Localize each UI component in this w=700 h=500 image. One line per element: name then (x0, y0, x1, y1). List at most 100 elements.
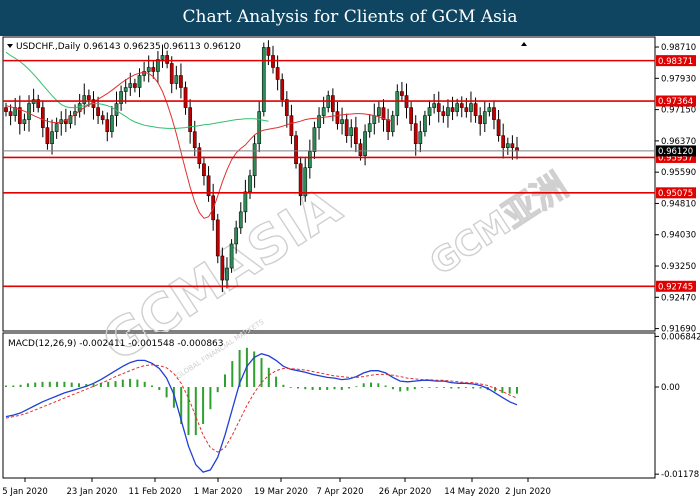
candle-body (151, 67, 156, 72)
candle-body (312, 127, 317, 152)
candle-body (146, 67, 151, 72)
macd-histogram-bar (399, 387, 402, 392)
candle-body (45, 127, 50, 144)
candle-body (423, 115, 427, 132)
candle-body (82, 95, 87, 104)
macd-histogram-bar (311, 387, 314, 390)
macd-histogram-bar (457, 387, 460, 389)
candle-body (271, 55, 275, 68)
macd-histogram-bar (348, 387, 351, 389)
macd-histogram-bar (370, 382, 372, 388)
macd-histogram-bar (282, 384, 285, 388)
macd-histogram-bar (516, 387, 518, 394)
candle-body (464, 107, 469, 112)
macd-histogram-bar (326, 387, 329, 390)
candle-body (165, 55, 169, 64)
candle-body (229, 243, 234, 269)
x-tick-label: 11 Feb 2020 (129, 487, 182, 497)
candle-body (133, 83, 137, 88)
level-label: 0.98371 (658, 57, 693, 67)
macd-histogram-bar (508, 387, 511, 394)
macd-histogram-bar (121, 379, 124, 388)
candle-body (220, 255, 225, 281)
candle-body (478, 115, 483, 124)
candle-body (275, 67, 280, 80)
candle-body (427, 107, 432, 116)
symbol-info-label: USDCHF.,Daily 0.96143 0.96235 0.96113 0.… (16, 42, 241, 52)
candle-body (197, 147, 202, 164)
x-tick-label: 7 Apr 2020 (316, 487, 363, 497)
x-tick-label: 23 Jan 2020 (67, 487, 118, 497)
candle (294, 130, 298, 169)
x-tick-label: 14 May 2020 (444, 487, 499, 497)
candle-body (473, 103, 478, 116)
level-label: 0.92745 (658, 282, 693, 292)
candle-body (377, 107, 381, 116)
candle-body (4, 107, 8, 112)
candle-body (174, 75, 179, 84)
candle-body (238, 211, 243, 229)
x-tick-label: 19 Mar 2020 (254, 487, 308, 497)
macd-histogram-bar (391, 387, 394, 390)
candle-body (183, 87, 188, 108)
candle-body (459, 103, 464, 108)
candle (261, 42, 266, 117)
macd-histogram-bar (297, 387, 299, 389)
candle-body (455, 103, 460, 112)
macd-histogram-bar (384, 385, 387, 388)
candle-body (294, 135, 298, 164)
candle-body (450, 107, 455, 112)
y-tick-label: 0.98710 (661, 43, 696, 53)
candle-body (469, 103, 473, 112)
candle-body (409, 107, 413, 124)
candle-body (234, 227, 239, 245)
candle-body (22, 119, 27, 124)
candle-body (446, 107, 450, 116)
y-tick-label: 0.94030 (661, 231, 696, 241)
candle (229, 239, 234, 273)
macd-histogram-bar (63, 381, 66, 388)
macd-histogram-bar (107, 381, 110, 388)
macd-info-label: MACD(12,26,9) -0.002411 -0.001548 -0.000… (8, 339, 224, 349)
macd-histogram-bar (136, 379, 139, 388)
y-tick-label: 0.94810 (661, 199, 696, 209)
y-tick-label: 0.96370 (661, 137, 696, 147)
candle-body (105, 119, 110, 132)
macd-histogram-bar (143, 381, 146, 388)
level-label: 0.97364 (658, 97, 693, 107)
macd-histogram-bar (260, 358, 263, 388)
candle-body (321, 107, 326, 116)
candle-body (307, 151, 312, 169)
macd-histogram-bar (289, 387, 292, 388)
macd-histogram-bar (129, 378, 132, 388)
candle-body (363, 131, 367, 156)
candle-body (436, 103, 441, 112)
macd-histogram-bar (5, 385, 7, 388)
candle-body (54, 123, 59, 132)
candle-body (137, 75, 142, 88)
current-price-label: 0.96120 (658, 147, 693, 157)
candle-body (501, 135, 506, 148)
macd-histogram-bar (158, 387, 161, 390)
macd-histogram-bar (443, 387, 445, 388)
candle-body (169, 63, 174, 84)
macd-histogram-bar (78, 383, 80, 388)
macd-histogram-bar (12, 385, 15, 388)
candle-body (215, 219, 220, 257)
candle-body (27, 103, 31, 120)
macd-histogram-bar (202, 387, 205, 424)
candle-body (390, 115, 395, 132)
macd-tick-label: -0.011781 (661, 470, 700, 480)
candle-body (110, 115, 114, 132)
candle-body (386, 119, 390, 132)
candle-body (432, 103, 436, 108)
candle-body (87, 95, 91, 100)
x-tick-label: 5 Jan 2020 (2, 487, 48, 497)
candle-body (243, 191, 248, 213)
macd-histogram-bar (318, 387, 321, 390)
title-banner: Chart Analysis for Clients of GCM Asia (0, 0, 700, 36)
chart-area: GCMASIA GLOBAL FINANCIAL MARKETS GCM亚洲 U… (2, 36, 700, 497)
candle-body (225, 267, 229, 281)
candle-body (280, 79, 285, 100)
macd-histogram-bar (333, 387, 336, 390)
